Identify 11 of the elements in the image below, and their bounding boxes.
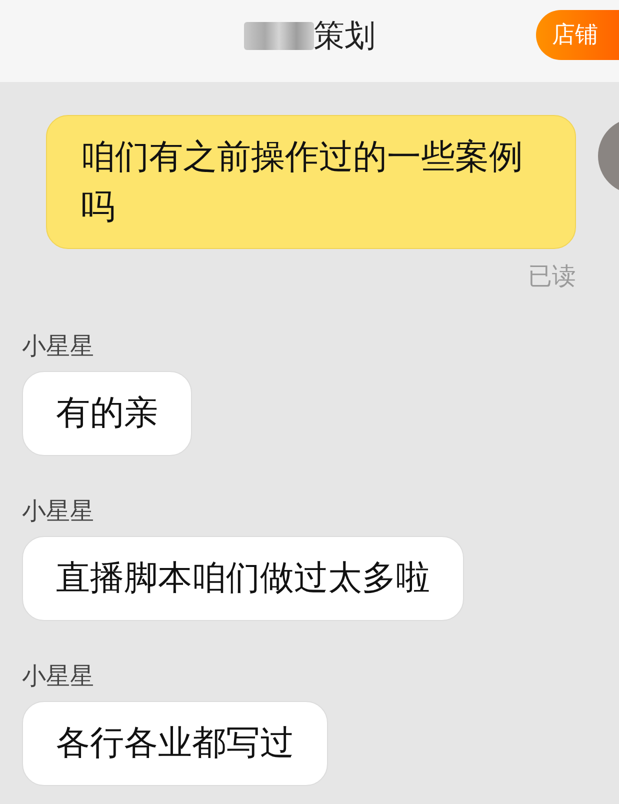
message-bubble: 直播脚本咱们做过太多啦 [22,536,464,621]
pixelated-redaction [244,22,314,50]
message-bubble: 有的亲 [22,371,192,456]
sender-name: 小星星 [22,496,94,526]
sender-name: 小星星 [22,661,94,691]
chat-title: 策划 [314,17,376,56]
read-status: 已读 [528,261,576,291]
sender-name: 小星星 [22,331,94,361]
message-bubble: 咱们有之前操作过的一些案例吗 [46,115,576,249]
store-button[interactable]: 店铺 [536,10,619,60]
message-bubble: 各行各业都写过 [22,701,328,786]
